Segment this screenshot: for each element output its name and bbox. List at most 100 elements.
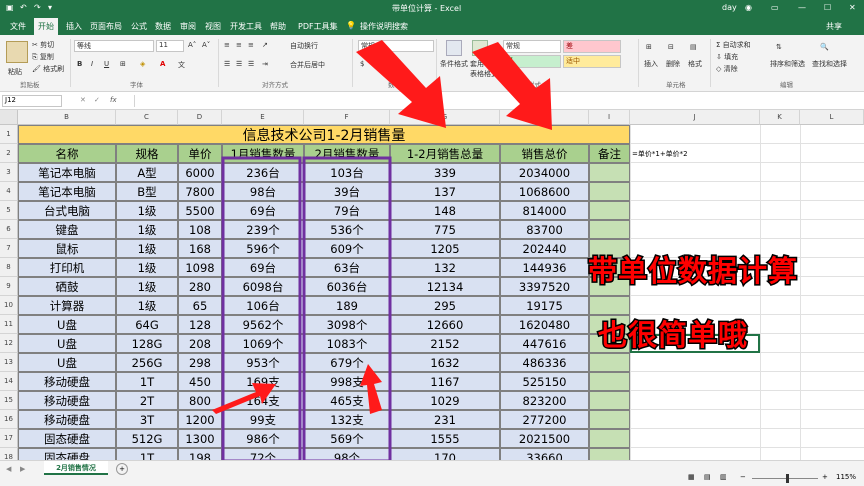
row-header-4[interactable]: 4 xyxy=(0,182,18,201)
row-header-9[interactable]: 9 xyxy=(0,277,18,296)
border-icon[interactable]: ⊞ xyxy=(120,60,126,68)
format-painter-button[interactable]: 🖌 格式刷 xyxy=(32,64,64,74)
data-cell[interactable]: 450 xyxy=(178,372,222,391)
data-cell[interactable]: 1555 xyxy=(390,429,500,448)
data-cell[interactable]: 569个 xyxy=(304,429,390,448)
find-select-button[interactable]: 查找和选择 xyxy=(812,59,847,69)
number-format-select[interactable]: 常规 xyxy=(358,40,434,52)
style-bad[interactable]: 差 xyxy=(563,40,621,53)
note-cell[interactable] xyxy=(589,353,630,372)
data-cell[interactable]: 6098台 xyxy=(222,277,304,296)
data-cell[interactable]: 103台 xyxy=(304,163,390,182)
data-cell[interactable]: 鼠标 xyxy=(18,239,116,258)
normal-view-icon[interactable]: ▦ xyxy=(688,473,695,481)
column-header-k[interactable]: K xyxy=(760,110,800,125)
column-header-j[interactable]: J xyxy=(630,110,760,125)
data-cell[interactable]: 计算器 xyxy=(18,296,116,315)
row-header-11[interactable]: 11 xyxy=(0,315,18,334)
sheet-tab-active[interactable]: 2月销售情况 xyxy=(44,461,108,475)
tell-me-search[interactable]: 操作说明搜索 xyxy=(360,21,408,32)
row-header-5[interactable]: 5 xyxy=(0,201,18,220)
header-cell[interactable]: 名称 xyxy=(18,144,116,163)
data-cell[interactable]: 525150 xyxy=(500,372,589,391)
autosum-button[interactable]: Σ 自动求和 xyxy=(716,40,751,50)
share-button[interactable]: 共享 xyxy=(826,21,842,32)
row-header-3[interactable]: 3 xyxy=(0,163,18,182)
data-cell[interactable]: 132 xyxy=(390,258,500,277)
data-cell[interactable]: 295 xyxy=(390,296,500,315)
data-cell[interactable]: 打印机 xyxy=(18,258,116,277)
note-cell[interactable] xyxy=(589,182,630,201)
row-header-13[interactable]: 13 xyxy=(0,353,18,372)
style-good[interactable]: 好 xyxy=(503,55,561,68)
data-cell[interactable]: 298 xyxy=(178,353,222,372)
formula-note-cell[interactable]: =单价*1+单价*2 xyxy=(630,144,760,163)
tab-help[interactable]: 帮助 xyxy=(270,21,286,32)
format-as-table-button[interactable]: 套用 表格格式 xyxy=(470,59,498,79)
note-cell[interactable] xyxy=(589,201,630,220)
data-cell[interactable]: 1300 xyxy=(178,429,222,448)
ribbon-display-icon[interactable]: ▭ xyxy=(771,3,779,12)
copy-button[interactable]: ⎘ 复制 xyxy=(32,52,54,62)
data-cell[interactable]: A型 xyxy=(116,163,178,182)
data-cell[interactable]: 775 xyxy=(390,220,500,239)
tab-view[interactable]: 视图 xyxy=(205,21,221,32)
data-cell[interactable]: 2021500 xyxy=(500,429,589,448)
data-cell[interactable]: 39台 xyxy=(304,182,390,201)
data-cell[interactable]: 800 xyxy=(178,391,222,410)
find-select-icon[interactable]: 🔍 xyxy=(820,43,829,51)
redo-icon[interactable]: ↷ xyxy=(34,3,41,12)
data-cell[interactable]: 814000 xyxy=(500,201,589,220)
insert-cells-button[interactable]: 插入 xyxy=(644,59,658,69)
percent-icon[interactable]: % xyxy=(374,60,381,68)
column-header-g[interactable]: G xyxy=(390,110,500,125)
data-cell[interactable]: 512G xyxy=(116,429,178,448)
data-cell[interactable]: U盘 xyxy=(18,334,116,353)
next-sheet-icon[interactable]: ▶ xyxy=(20,465,25,473)
align-center-icon[interactable]: ☰ xyxy=(236,60,242,68)
data-cell[interactable]: 移动硬盘 xyxy=(18,372,116,391)
row-header-1[interactable]: 1 xyxy=(0,125,18,144)
tab-formulas[interactable]: 公式 xyxy=(131,21,147,32)
data-cell[interactable]: 6036台 xyxy=(304,277,390,296)
data-cell[interactable]: 164支 xyxy=(222,391,304,410)
data-cell[interactable]: 笔记本电脑 xyxy=(18,182,116,201)
fill-color-icon[interactable]: ◈ xyxy=(140,60,145,68)
data-cell[interactable]: 239个 xyxy=(222,220,304,239)
orientation-icon[interactable]: ↗ xyxy=(262,41,268,49)
data-cell[interactable]: 1级 xyxy=(116,239,178,258)
undo-icon[interactable]: ↶ xyxy=(20,3,27,12)
note-cell[interactable] xyxy=(589,163,630,182)
zoom-in-icon[interactable]: + xyxy=(822,473,828,481)
header-cell[interactable]: 销售总价 xyxy=(500,144,589,163)
row-header-7[interactable]: 7 xyxy=(0,239,18,258)
column-header-e[interactable]: E xyxy=(222,110,304,125)
indent-icon[interactable]: ⇥ xyxy=(262,60,268,68)
tab-developer[interactable]: 开发工具 xyxy=(230,21,262,32)
data-cell[interactable]: 1068600 xyxy=(500,182,589,201)
data-cell[interactable]: 63台 xyxy=(304,258,390,277)
data-cell[interactable]: 硒鼓 xyxy=(18,277,116,296)
row-header-6[interactable]: 6 xyxy=(0,220,18,239)
fill-button[interactable]: ⇩ 填充 xyxy=(716,52,738,62)
zoom-level[interactable]: 115% xyxy=(836,473,856,481)
italic-button[interactable]: I xyxy=(91,60,93,68)
data-cell[interactable]: 1T xyxy=(116,372,178,391)
data-cell[interactable]: 339 xyxy=(390,163,500,182)
data-cell[interactable]: 79台 xyxy=(304,201,390,220)
style-normal[interactable]: 常规 xyxy=(503,40,561,53)
add-sheet-button[interactable]: + xyxy=(116,463,128,475)
insert-cells-icon[interactable]: ⊞ xyxy=(646,43,652,51)
data-cell[interactable]: 106台 xyxy=(222,296,304,315)
data-cell[interactable]: 移动硬盘 xyxy=(18,410,116,429)
column-header-b[interactable]: B xyxy=(18,110,116,125)
paste-icon[interactable] xyxy=(6,41,28,63)
font-color-icon[interactable]: A xyxy=(160,60,165,68)
data-cell[interactable]: 1级 xyxy=(116,201,178,220)
data-cell[interactable]: 277200 xyxy=(500,410,589,429)
font-name-select[interactable]: 等线 xyxy=(74,40,154,52)
style-neutral[interactable]: 适中 xyxy=(563,55,621,68)
minimize-icon[interactable]: — xyxy=(798,3,806,12)
column-header-d[interactable]: D xyxy=(178,110,222,125)
data-cell[interactable]: 137 xyxy=(390,182,500,201)
